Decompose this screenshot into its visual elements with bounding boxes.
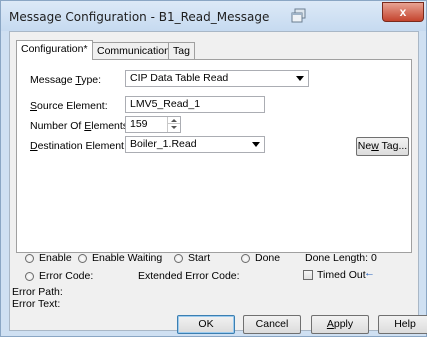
source-element-label: Source Element:: [30, 100, 108, 112]
enable-indicator: [25, 254, 34, 263]
window-restore-icon[interactable]: [291, 8, 307, 23]
extended-error-code-label: Extended Error Code:: [138, 270, 240, 282]
chevron-down-icon: [296, 76, 304, 81]
enable-waiting-indicator: [78, 254, 87, 263]
apply-button[interactable]: Apply: [311, 315, 369, 334]
cancel-button[interactable]: Cancel: [243, 315, 301, 334]
done-length-text: Done Length: 0: [305, 252, 377, 264]
timed-out-checkbox: [303, 270, 313, 280]
error-path-label: Error Path:: [12, 286, 63, 298]
done-indicator: [241, 254, 250, 263]
left-arrow-icon: ←: [364, 267, 375, 279]
done-label: Done: [255, 252, 281, 264]
tab-communication[interactable]: Communication: [92, 42, 175, 59]
message-type-value: CIP Data Table Read: [130, 72, 229, 84]
ok-button[interactable]: OK: [177, 315, 235, 334]
error-code-indicator: [25, 272, 34, 281]
start-indicator: [174, 254, 183, 263]
number-of-elements-label: Number Of Elements:: [30, 120, 131, 132]
spin-control: [167, 117, 180, 132]
number-of-elements-stepper[interactable]: 159: [125, 116, 181, 133]
title-bar[interactable]: Message Configuration - B1_Read_Message …: [1, 1, 426, 31]
chevron-down-icon: [252, 142, 260, 147]
source-element-value: LMV5_Read_1: [130, 98, 201, 110]
help-button[interactable]: Help: [378, 315, 427, 334]
destination-element-label: Destination Element:: [30, 140, 127, 152]
enable-label: Enable: [39, 252, 72, 264]
destination-element-select[interactable]: Boiler_1.Read: [125, 136, 265, 153]
tab-tag-label: Tag: [173, 45, 190, 57]
source-element-input[interactable]: LMV5_Read_1: [125, 96, 265, 113]
dialog-client-area: Configuration* Communication Tag Message…: [9, 31, 427, 334]
start-label: Start: [188, 252, 211, 264]
tab-configuration[interactable]: Configuration*: [16, 40, 93, 60]
close-button[interactable]: x: [382, 2, 424, 22]
new-tag-button[interactable]: New Tag...: [356, 137, 409, 156]
destination-element-value: Boiler_1.Read: [130, 138, 197, 150]
tab-tag[interactable]: Tag: [168, 42, 195, 59]
error-code-label: Error Code:: [39, 270, 94, 282]
error-text-label: Error Text:: [12, 298, 61, 310]
message-type-label: Message Type:: [30, 74, 102, 86]
tab-communication-label: Communication: [97, 45, 170, 57]
configuration-panel: Message Type: CIP Data Table Read Source…: [16, 59, 412, 253]
window-title: Message Configuration - B1_Read_Message: [9, 10, 270, 24]
enable-waiting-label: Enable Waiting: [92, 252, 163, 264]
number-of-elements-value: 159: [130, 118, 148, 130]
message-type-select[interactable]: CIP Data Table Read: [125, 70, 309, 87]
spin-down-icon[interactable]: [168, 124, 180, 131]
spin-up-icon[interactable]: [168, 117, 180, 124]
message-configuration-window: Message Configuration - B1_Read_Message …: [0, 0, 427, 337]
tab-configuration-label: Configuration*: [21, 43, 88, 55]
close-icon: x: [399, 5, 407, 19]
timed-out-label: Timed Out: [317, 269, 366, 281]
